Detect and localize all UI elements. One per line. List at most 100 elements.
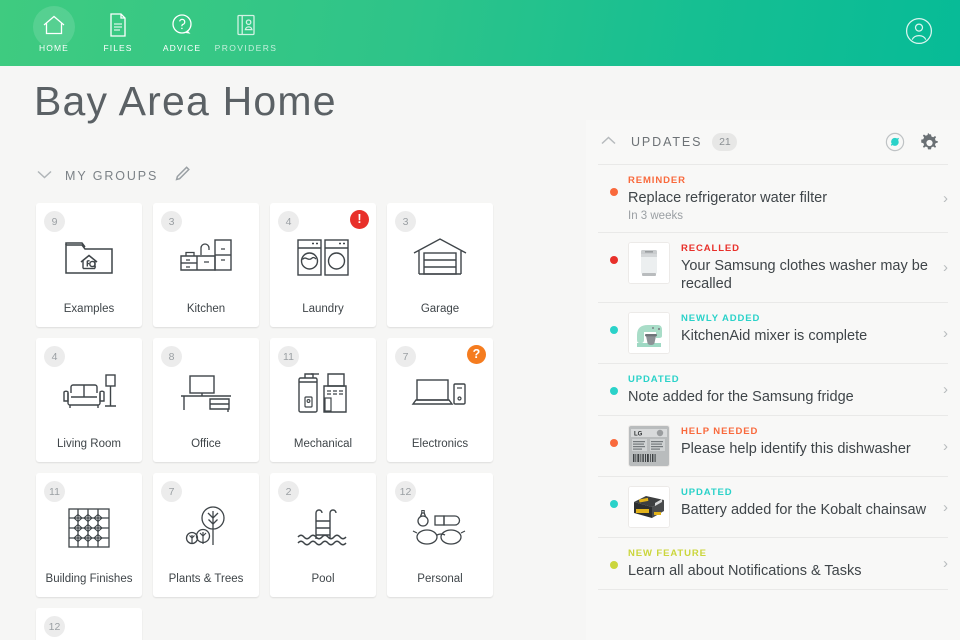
update-item[interactable]: NEWLY ADDED KitchenAid mixer is complete…: [598, 302, 948, 363]
nav-label-files: FILES: [103, 43, 133, 53]
chevron-right-icon[interactable]: ›: [941, 438, 948, 455]
water-heater-icon: [270, 364, 376, 422]
update-kicker: UPDATED: [628, 374, 680, 385]
status-dot: [610, 561, 618, 569]
group-grid: 9 Examples 3 Kitchen 4 ! Laundry 3 Garag…: [36, 203, 546, 640]
group-card-label: Laundry: [302, 303, 344, 315]
update-body: UPDATED Note added for the Samsung fridg…: [628, 373, 941, 406]
nav-label-advice: ADVICE: [162, 43, 202, 53]
update-text: KitchenAid mixer is complete: [681, 328, 868, 344]
kitchen-icon: [153, 229, 259, 287]
folder-home-icon: [36, 229, 142, 287]
update-body: NEW FEATURE Learn all about Notification…: [628, 547, 941, 580]
update-item[interactable]: RECALLED Your Samsung clothes washer may…: [598, 232, 948, 302]
chevron-right-icon[interactable]: ›: [941, 381, 948, 398]
gear-icon[interactable]: [919, 132, 940, 153]
update-text: Replace refrigerator water filter: [628, 190, 828, 206]
update-subtext: In 3 weeks: [628, 210, 683, 222]
update-item[interactable]: UPDATED Battery added for the Kobalt cha…: [598, 476, 948, 537]
update-body: REMINDER Replace refrigerator water filt…: [628, 174, 941, 223]
chevron-right-icon[interactable]: ›: [941, 499, 948, 516]
group-card-kitchen[interactable]: 3 Kitchen: [153, 203, 259, 327]
nav-item-files[interactable]: FILES: [86, 4, 150, 53]
group-card-electronics[interactable]: 7 ? Electronics: [387, 338, 493, 462]
contact-card-icon: [234, 10, 258, 40]
status-dot: [610, 387, 618, 395]
chevron-right-icon[interactable]: ›: [941, 325, 948, 342]
group-card-building-finishes[interactable]: 11 Building Finishes: [36, 473, 142, 597]
group-card-examples[interactable]: 9 Examples: [36, 203, 142, 327]
group-card-everything-else[interactable]: 12 Everything Else: [36, 608, 142, 640]
update-text: Your Samsung clothes washer may be recal…: [681, 258, 928, 292]
tile-floor-icon: [36, 499, 142, 557]
update-body: UPDATED Battery added for the Kobalt cha…: [681, 486, 941, 519]
top-navigation-bar: HOME FILES ADVICE PROVIDERS: [0, 0, 960, 66]
nav-item-providers[interactable]: PROVIDERS: [214, 4, 278, 53]
alert-badge[interactable]: !: [350, 210, 369, 229]
status-dot: [610, 188, 618, 196]
chevron-right-icon[interactable]: ›: [941, 190, 948, 207]
chevron-right-icon[interactable]: ›: [941, 555, 948, 572]
my-groups-label: MY GROUPS: [65, 169, 159, 183]
group-card-personal[interactable]: 12 Personal: [387, 473, 493, 597]
update-text: Learn all about Notifications & Tasks: [628, 563, 862, 579]
page-title: Bay Area Home: [34, 78, 337, 124]
group-card-laundry[interactable]: 4 ! Laundry: [270, 203, 376, 327]
group-card-pool[interactable]: 2 Pool: [270, 473, 376, 597]
update-text: Battery added for the Kobalt chainsaw: [681, 502, 927, 518]
thumbnail-dishwasher-label-photo: LG: [628, 425, 670, 467]
nav-item-advice[interactable]: ADVICE: [150, 4, 214, 53]
pencil-icon[interactable]: [174, 165, 191, 187]
status-dot: [610, 256, 618, 264]
update-text: Please help identify this dishwasher: [681, 441, 911, 457]
group-card-office[interactable]: 8 Office: [153, 338, 259, 462]
group-card-garage[interactable]: 3 Garage: [387, 203, 493, 327]
group-card-living-room[interactable]: 4 Living Room: [36, 338, 142, 462]
update-kicker: HELP NEEDED: [681, 426, 759, 437]
update-kicker: RECALLED: [681, 243, 740, 254]
status-dot: [610, 326, 618, 334]
group-card-label: Personal: [417, 573, 463, 585]
chevron-up-icon[interactable]: [600, 133, 617, 151]
update-kicker: UPDATED: [681, 487, 733, 498]
update-kicker: NEWLY ADDED: [681, 313, 761, 324]
laundry-icon: [270, 229, 376, 287]
updates-list: REMINDER Replace refrigerator water filt…: [586, 164, 960, 590]
chevron-down-icon[interactable]: [36, 167, 53, 185]
app-root: HOME FILES ADVICE PROVIDERS Bay Area Hom…: [0, 0, 960, 640]
group-card-mechanical[interactable]: 11 Mechanical: [270, 338, 376, 462]
laptop-tower-icon: [387, 364, 493, 422]
account-circle-icon[interactable]: [904, 16, 934, 46]
update-kicker: REMINDER: [628, 175, 686, 186]
group-card-label: Garage: [420, 303, 460, 315]
updates-count-badge: 21: [712, 133, 738, 151]
add-group-button[interactable]: + Add Group: [153, 608, 259, 640]
group-card-label: Building Finishes: [45, 573, 133, 585]
group-card-plants-trees[interactable]: 7 Plants & Trees: [153, 473, 259, 597]
glasses-ring-icon: [387, 499, 493, 557]
update-text: Note added for the Samsung fridge: [628, 389, 854, 405]
update-item[interactable]: REMINDER Replace refrigerator water filt…: [598, 164, 948, 232]
nav-label-providers: PROVIDERS: [214, 43, 278, 53]
chevron-right-icon[interactable]: ›: [941, 259, 948, 276]
nav-item-home[interactable]: HOME: [22, 4, 86, 53]
help-badge[interactable]: ?: [467, 345, 486, 364]
file-icon: [107, 10, 129, 40]
updates-panel: UPDATES 21 REMINDER Replace refrigerator…: [586, 120, 960, 640]
update-body: RECALLED Your Samsung clothes washer may…: [681, 242, 941, 293]
garage-icon: [387, 229, 493, 287]
update-body: HELP NEEDED Please help identify this di…: [681, 425, 941, 458]
update-item[interactable]: UPDATED Note added for the Samsung fridg…: [598, 363, 948, 415]
thumbnail-washer-photo: [628, 242, 670, 284]
updates-actions: [885, 132, 940, 153]
nav-label-home: HOME: [39, 43, 69, 53]
mute-notifications-icon[interactable]: [885, 132, 905, 152]
update-item[interactable]: NEW FEATURE Learn all about Notification…: [598, 537, 948, 590]
home-icon: [41, 10, 67, 40]
group-card-label: Pool: [311, 573, 335, 585]
nav-items: HOME FILES ADVICE PROVIDERS: [0, 0, 278, 53]
update-kicker: NEW FEATURE: [628, 548, 707, 559]
status-dot: [610, 439, 618, 447]
update-item[interactable]: LG HELP NEEDED Please help identify this…: [598, 415, 948, 476]
sofa-lamp-icon: [36, 364, 142, 422]
